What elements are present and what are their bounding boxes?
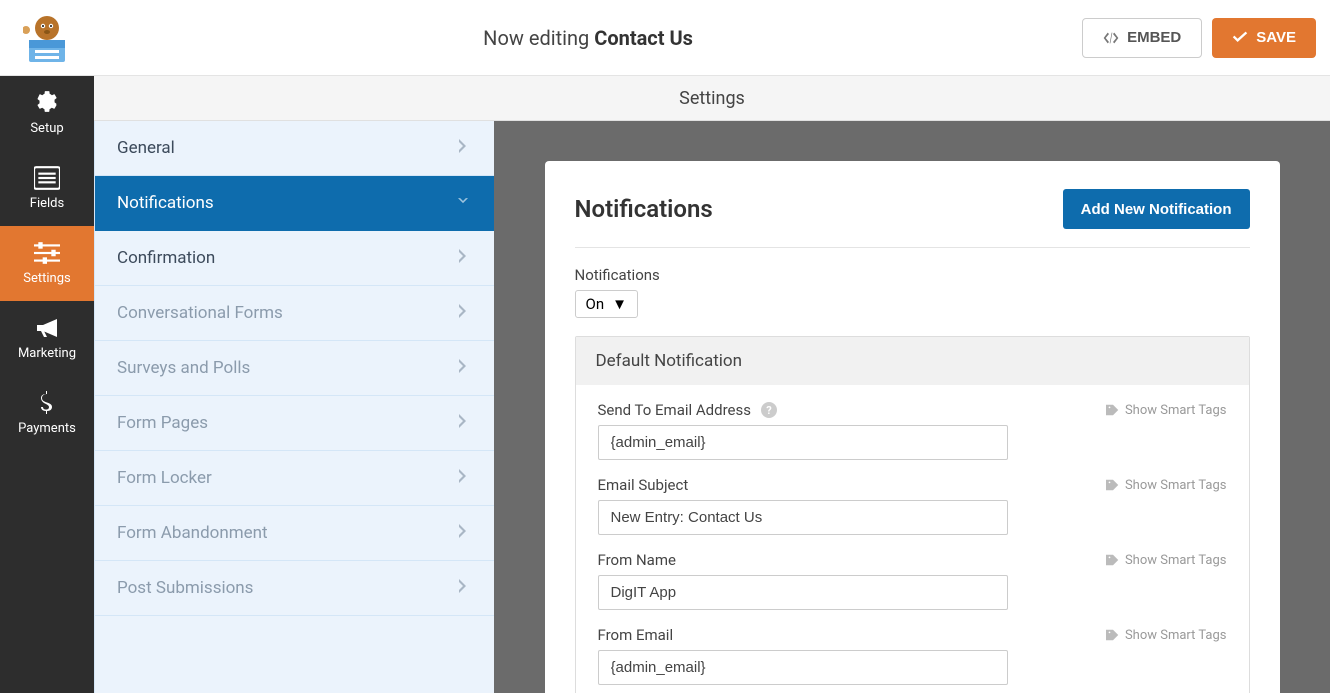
chevron-down-icon xyxy=(458,193,468,213)
notifications-toggle-label: Notifications xyxy=(575,266,1250,284)
show-smart-tags-link[interactable]: Show Smart Tags xyxy=(1106,403,1227,418)
field-label: From Email xyxy=(598,626,674,644)
field-row-from-email: From Email Show Smart Tags xyxy=(598,626,1227,685)
panel: Notifications Add New Notification Notif… xyxy=(494,121,1330,693)
list-icon xyxy=(34,166,60,190)
sidebar-item-label: Confirmation xyxy=(117,248,215,268)
settings-sidebar: General Notifications Confirmation Conve… xyxy=(94,121,494,693)
embed-label: EMBED xyxy=(1127,29,1181,46)
select-value: On xyxy=(586,295,605,313)
panel-title: Notifications xyxy=(575,195,713,223)
nav-settings[interactable]: Settings xyxy=(0,226,94,301)
field-row-from-name: From Name Show Smart Tags xyxy=(598,551,1227,610)
primary-nav: Setup Fields Settings Marketing Payments xyxy=(0,76,94,693)
sidebar-item-label: Form Abandonment xyxy=(117,523,268,543)
caret-down-icon: ▼ xyxy=(612,295,627,313)
sidebar-item-form-pages[interactable]: Form Pages xyxy=(95,396,494,451)
editing-title: Now editing Contact Us xyxy=(94,26,1082,50)
from-name-input[interactable] xyxy=(598,575,1008,610)
tags-icon xyxy=(1106,554,1120,566)
nav-label: Setup xyxy=(30,121,63,136)
show-smart-tags-link[interactable]: Show Smart Tags xyxy=(1106,553,1227,568)
show-smart-tags-link[interactable]: Show Smart Tags xyxy=(1106,478,1227,493)
sidebar-item-notifications[interactable]: Notifications xyxy=(95,176,494,231)
from-email-input[interactable] xyxy=(598,650,1008,685)
form-name: Contact Us xyxy=(594,26,693,50)
subheader-title: Settings xyxy=(679,88,745,109)
sidebar-item-label: Conversational Forms xyxy=(117,303,283,323)
sidebar-item-surveys-polls[interactable]: Surveys and Polls xyxy=(95,341,494,396)
sidebar-item-label: Surveys and Polls xyxy=(117,358,250,378)
sidebar-item-label: Post Submissions xyxy=(117,578,253,598)
sidebar-item-form-abandonment[interactable]: Form Abandonment xyxy=(95,506,494,561)
chevron-right-icon xyxy=(458,358,468,378)
help-icon[interactable]: ? xyxy=(761,402,777,418)
save-label: SAVE xyxy=(1256,29,1296,46)
chevron-right-icon xyxy=(458,413,468,433)
field-label: Send To Email Address xyxy=(598,401,751,419)
field-row-send-to: Send To Email Address ? Show Smart Tags xyxy=(598,401,1227,460)
nav-label: Fields xyxy=(30,196,64,211)
embed-button[interactable]: EMBED xyxy=(1082,18,1202,58)
sidebar-item-form-locker[interactable]: Form Locker xyxy=(95,451,494,506)
topbar: Now editing Contact Us EMBED SAVE xyxy=(0,0,1330,76)
sidebar-item-label: Notifications xyxy=(117,193,214,213)
tags-icon xyxy=(1106,404,1120,416)
notification-box-title: Default Notification xyxy=(576,337,1249,385)
nav-payments[interactable]: Payments xyxy=(0,376,94,451)
chevron-right-icon xyxy=(458,468,468,488)
sidebar-item-confirmation[interactable]: Confirmation xyxy=(95,231,494,286)
email-subject-input[interactable] xyxy=(598,500,1008,535)
sidebar-item-label: Form Locker xyxy=(117,468,212,488)
nav-setup[interactable]: Setup xyxy=(0,76,94,151)
chevron-right-icon xyxy=(458,303,468,323)
field-label: From Name xyxy=(598,551,676,569)
show-smart-tags-link[interactable]: Show Smart Tags xyxy=(1106,628,1227,643)
field-label: Email Subject xyxy=(598,476,689,494)
app-logo xyxy=(0,0,94,76)
notifications-toggle-select[interactable]: On ▼ xyxy=(575,290,638,318)
sidebar-item-label: General xyxy=(117,138,175,158)
nav-fields[interactable]: Fields xyxy=(0,151,94,226)
check-icon xyxy=(1232,31,1248,45)
chevron-right-icon xyxy=(458,248,468,268)
topbar-actions: EMBED SAVE xyxy=(1082,18,1316,58)
nav-marketing[interactable]: Marketing xyxy=(0,301,94,376)
editing-prefix: Now editing xyxy=(483,26,589,50)
sidebar-item-label: Form Pages xyxy=(117,413,208,433)
chevron-right-icon xyxy=(458,523,468,543)
send-to-email-input[interactable] xyxy=(598,425,1008,460)
sidebar-item-conversational-forms[interactable]: Conversational Forms xyxy=(95,286,494,341)
gear-icon xyxy=(34,91,60,115)
bullhorn-icon xyxy=(34,316,60,340)
sidebar-item-general[interactable]: General xyxy=(95,121,494,176)
field-row-email-subject: Email Subject Show Smart Tags xyxy=(598,476,1227,535)
tags-icon xyxy=(1106,479,1120,491)
chevron-right-icon xyxy=(458,138,468,158)
save-button[interactable]: SAVE xyxy=(1212,18,1316,58)
notification-box: Default Notification Send To Email Addre… xyxy=(575,336,1250,693)
settings-card: Notifications Add New Notification Notif… xyxy=(545,161,1280,693)
add-notification-button[interactable]: Add New Notification xyxy=(1063,189,1250,229)
nav-label: Marketing xyxy=(18,346,76,361)
sidebar-item-post-submissions[interactable]: Post Submissions xyxy=(95,561,494,616)
subheader: Settings xyxy=(94,76,1330,121)
nav-label: Settings xyxy=(23,271,70,286)
sliders-icon xyxy=(34,241,60,265)
chevron-right-icon xyxy=(458,578,468,598)
tags-icon xyxy=(1106,629,1120,641)
code-icon xyxy=(1103,30,1119,46)
dollar-icon xyxy=(34,391,60,415)
nav-label: Payments xyxy=(18,421,76,436)
